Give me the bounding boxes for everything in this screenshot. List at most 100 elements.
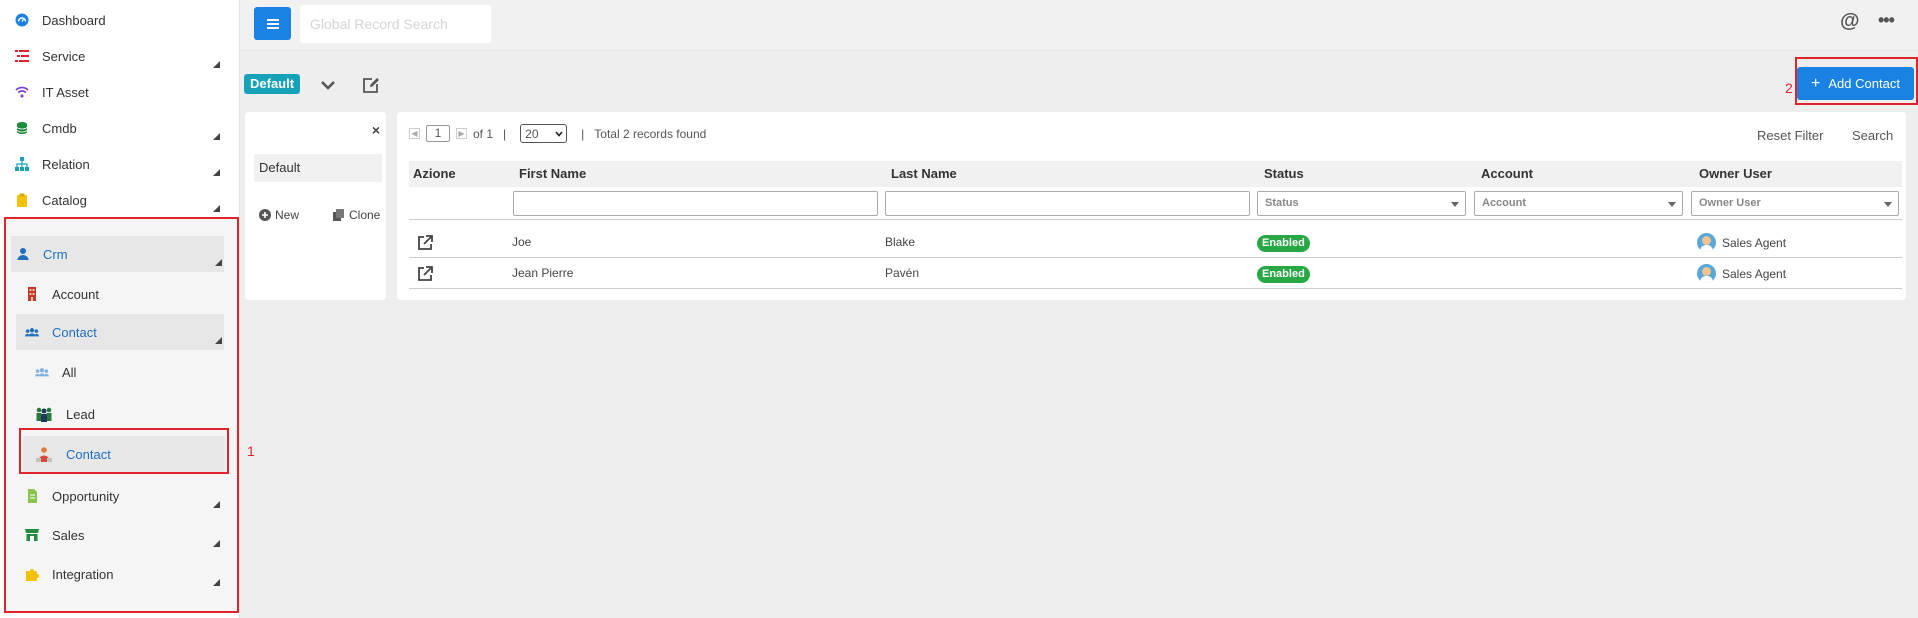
sidebar-item-label: Cmdb: [42, 120, 77, 136]
sidebar-item-account[interactable]: Account: [0, 276, 240, 312]
view-item-default[interactable]: Default: [254, 154, 382, 182]
owner-name: Sales Agent: [1722, 235, 1787, 250]
records-count: Total 2 records found: [594, 126, 707, 141]
avatar: [1697, 233, 1716, 252]
expand-icon[interactable]: [213, 169, 220, 176]
sidebar-item-label: Contact: [52, 324, 97, 340]
owner-filter-select[interactable]: Owner User: [1691, 191, 1899, 216]
sidebar-item-label: Account: [52, 286, 99, 302]
records-grid: ◀ 1 ▶ of 1 | 20 | Total 2 records found …: [397, 112, 1906, 300]
sidebar-item-service[interactable]: Service: [0, 38, 240, 74]
cell-last-name: Pavén: [885, 266, 920, 280]
column-header-last-name[interactable]: Last Name: [891, 161, 957, 187]
caret-down-icon: [1884, 202, 1892, 207]
annotation-number-2: 2: [1785, 80, 1793, 96]
pager-separator: |: [503, 126, 507, 141]
page-size-value: 20: [525, 126, 539, 141]
user-icon: [16, 247, 30, 261]
sidebar-item-it-asset[interactable]: IT Asset: [0, 74, 240, 110]
expand-icon[interactable]: [213, 579, 220, 586]
expand-icon[interactable]: [213, 501, 220, 508]
edit-icon[interactable]: [362, 76, 380, 94]
sidebar-item-crm[interactable]: Crm: [11, 236, 224, 272]
account-filter-placeholder: Account: [1482, 197, 1526, 209]
column-header-owner-user[interactable]: Owner User: [1699, 161, 1772, 187]
page-size-select[interactable]: 20: [520, 124, 568, 143]
last-name-filter-input[interactable]: [885, 191, 1250, 216]
more-options-button[interactable]: •••: [1878, 10, 1895, 31]
status-filter-select[interactable]: Status: [1257, 191, 1466, 216]
sidebar-item-cmdb[interactable]: Cmdb: [0, 110, 240, 146]
expand-icon[interactable]: [215, 337, 222, 344]
sidebar-item-sales[interactable]: Sales: [0, 517, 240, 553]
clone-view-button[interactable]: Clone: [333, 208, 380, 222]
sidebar-item-relation[interactable]: Relation: [0, 146, 240, 182]
dashboard-icon: [15, 13, 29, 27]
sidebar-item-all[interactable]: All: [0, 354, 240, 390]
add-contact-label: Add Contact: [1828, 76, 1900, 91]
sidebar-item-opportunity[interactable]: Opportunity: [0, 478, 240, 514]
reset-filter-button[interactable]: Reset Filter: [1757, 128, 1823, 143]
hamburger-menu-button[interactable]: [254, 7, 291, 40]
top-header: @ •••: [240, 0, 1918, 51]
users-icon: [25, 325, 39, 339]
sidebar-item-label: Sales: [52, 527, 85, 543]
contact-highlight-annotation: [19, 428, 229, 474]
expand-icon[interactable]: [213, 61, 220, 68]
page-number-input[interactable]: 1: [426, 125, 450, 142]
annotation-number-1: 1: [247, 443, 255, 459]
owner-name: Sales Agent: [1722, 266, 1787, 281]
table-row[interactable]: Jean Pierre Pavén Enabled Sales Agent: [409, 258, 1902, 289]
users-icon: [35, 365, 49, 379]
sitemap-icon: [15, 157, 29, 171]
add-contact-button[interactable]: + Add Contact: [1797, 67, 1914, 100]
caret-down-icon: [1668, 202, 1676, 207]
column-header-first-name[interactable]: First Name: [519, 161, 586, 187]
expand-icon[interactable]: [213, 540, 220, 547]
next-page-button[interactable]: ▶: [456, 128, 467, 139]
cell-last-name: Blake: [885, 235, 916, 249]
sidebar-item-dashboard[interactable]: Dashboard: [0, 2, 240, 38]
open-record-icon[interactable]: [418, 235, 433, 250]
table-header: Azione First Name Last Name Status Accou…: [409, 161, 1902, 187]
prev-page-button[interactable]: ◀: [409, 128, 420, 139]
copy-icon: [333, 209, 344, 221]
sidebar-item-contact-group[interactable]: Contact: [16, 314, 224, 350]
clipboard-icon: [15, 193, 29, 207]
chevron-down-icon[interactable]: [319, 76, 337, 94]
table-row[interactable]: Joe Blake Enabled Sales Agent: [409, 227, 1902, 258]
new-view-button[interactable]: New: [259, 208, 299, 222]
global-search-input[interactable]: [300, 5, 491, 43]
service-icon: [15, 49, 29, 63]
cell-owner-user: Sales Agent: [1697, 233, 1786, 252]
sidebar-item-lead[interactable]: Lead: [0, 396, 240, 432]
account-filter-select[interactable]: Account: [1474, 191, 1683, 216]
mentions-button[interactable]: @: [1840, 10, 1860, 33]
wifi-icon: [15, 85, 29, 99]
sidebar-item-label: Integration: [52, 566, 114, 582]
expand-icon[interactable]: [213, 205, 220, 212]
chevron-down-icon: [555, 130, 563, 137]
sidebar-item-label: All: [62, 364, 77, 380]
sidebar-item-label: Opportunity: [52, 488, 120, 504]
view-name-badge[interactable]: Default: [244, 74, 301, 94]
close-icon[interactable]: ×: [372, 122, 380, 138]
column-header-account[interactable]: Account: [1481, 161, 1533, 187]
new-view-label: New: [275, 208, 300, 222]
caret-down-icon: [1451, 202, 1459, 207]
sidebar-item-catalog[interactable]: Catalog: [0, 182, 240, 218]
document-icon: [25, 489, 39, 503]
column-header-status[interactable]: Status: [1264, 161, 1304, 187]
open-record-icon[interactable]: [418, 266, 433, 281]
sidebar: Dashboard Service IT Asset Cmdb Relation…: [0, 0, 240, 618]
status-badge: Enabled: [1257, 266, 1310, 283]
expand-icon[interactable]: [213, 133, 220, 140]
search-button[interactable]: Search: [1852, 128, 1893, 143]
clone-view-label: Clone: [349, 208, 381, 222]
first-name-filter-input[interactable]: [513, 191, 878, 216]
expand-icon[interactable]: [215, 259, 222, 266]
building-icon: [25, 287, 39, 301]
sidebar-item-label: Service: [42, 48, 86, 64]
store-icon: [25, 528, 39, 542]
sidebar-item-integration[interactable]: Integration: [0, 556, 240, 592]
